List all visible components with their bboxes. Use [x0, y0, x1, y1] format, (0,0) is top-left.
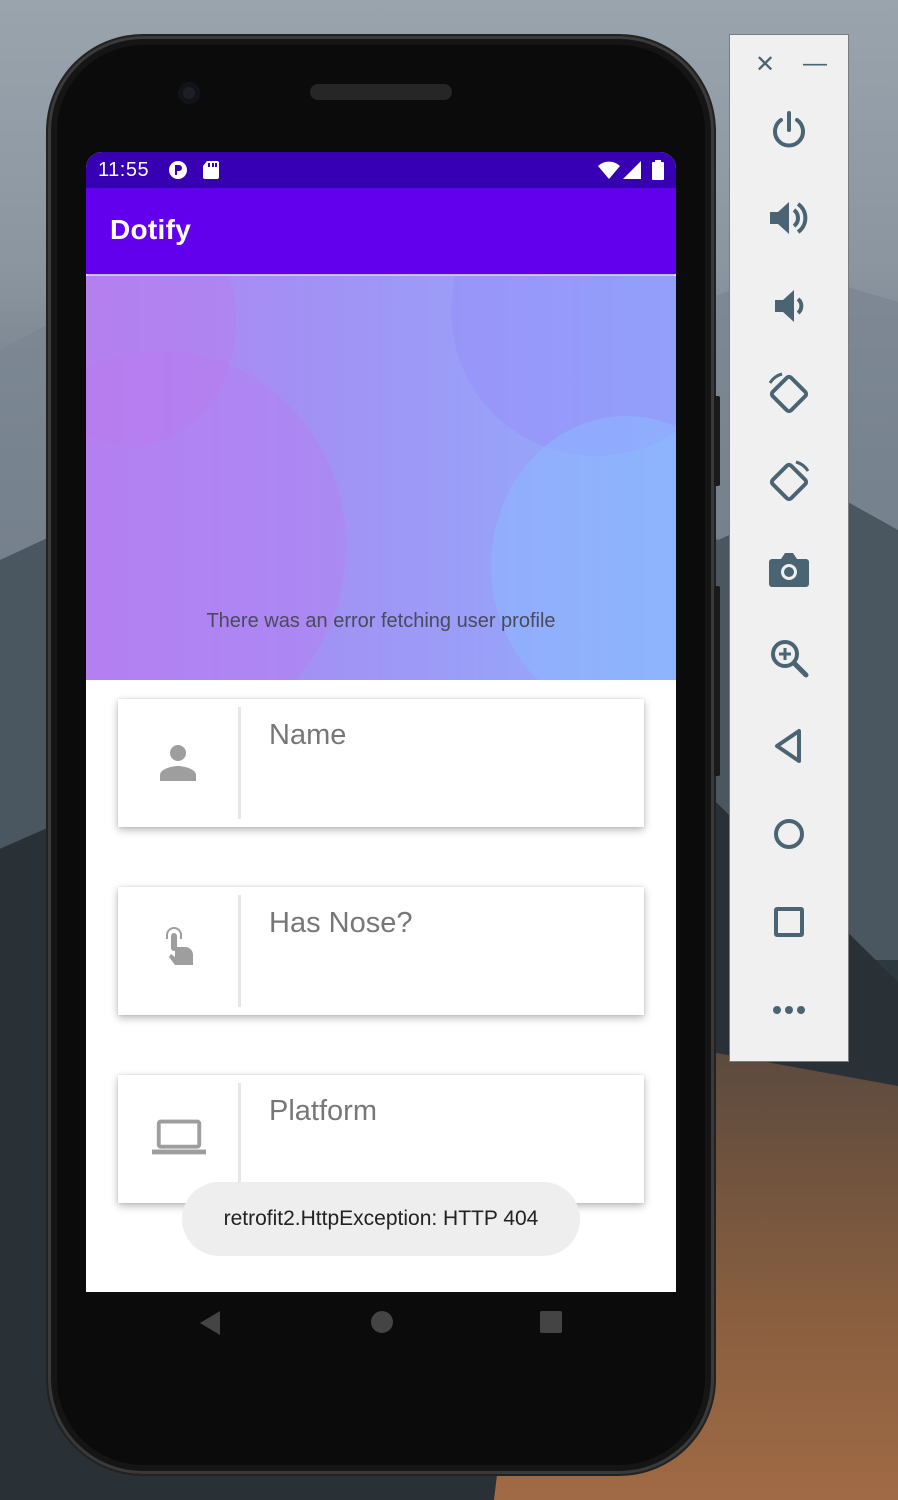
laptop-icon	[152, 1119, 206, 1155]
error-toast: retrofit2.HttpException: HTTP 404	[182, 1182, 580, 1256]
card-divider	[238, 1083, 241, 1195]
earpiece-speaker	[310, 84, 452, 100]
play-protect-icon	[169, 161, 187, 179]
rotate-right-button[interactable]	[760, 453, 818, 511]
app-bar: Dotify	[86, 188, 676, 274]
more-dots-icon	[773, 1006, 805, 1014]
close-icon[interactable]: ✕	[750, 49, 780, 79]
back-button[interactable]	[760, 717, 818, 775]
rotate-right-icon	[769, 460, 810, 502]
minimize-icon[interactable]: —	[800, 49, 830, 79]
nav-overview-icon[interactable]	[539, 1310, 563, 1334]
back-triangle-icon	[775, 729, 801, 763]
zoom-button[interactable]	[760, 629, 818, 687]
header-blob	[491, 416, 676, 680]
phone-volume-key[interactable]	[714, 586, 720, 776]
profile-error-message: There was an error fetching user profile	[206, 610, 556, 632]
person-icon	[160, 745, 196, 781]
phone-screen: 11:55 Dotify There was an error fetching…	[86, 152, 676, 1292]
system-nav-bar	[86, 1292, 676, 1364]
zoom-icon	[771, 640, 809, 678]
status-bar: 11:55	[86, 152, 676, 188]
profile-header: There was an error fetching user profile	[86, 276, 676, 680]
screenshot-button[interactable]	[760, 541, 818, 599]
sd-card-icon	[203, 161, 219, 179]
phone-power-key[interactable]	[714, 396, 720, 486]
nav-home-icon[interactable]	[370, 1310, 394, 1334]
cell-signal-icon	[623, 161, 641, 179]
has-nose-field-card[interactable]: Has Nose?	[118, 887, 644, 1015]
camera-icon	[769, 553, 809, 587]
wifi-icon	[598, 161, 620, 179]
nav-back-icon[interactable]	[198, 1310, 222, 1336]
status-time: 11:55	[98, 159, 150, 181]
card-divider	[238, 707, 241, 819]
volume-up-button[interactable]	[760, 189, 818, 247]
overview-square-icon	[774, 907, 804, 937]
name-field-label: Name	[269, 719, 347, 751]
volume-down-icon	[775, 290, 804, 322]
has-nose-field-label: Has Nose?	[269, 907, 413, 939]
power-icon	[773, 111, 805, 148]
app-title: Dotify	[110, 214, 192, 245]
volume-up-icon	[770, 202, 808, 234]
home-circle-icon	[774, 819, 804, 849]
card-divider	[238, 895, 241, 1007]
front-camera	[178, 82, 200, 104]
home-button[interactable]	[760, 805, 818, 863]
power-button[interactable]	[760, 101, 818, 159]
rotate-left-button[interactable]	[760, 365, 818, 423]
emulator-panel: ✕ —	[729, 34, 849, 1062]
more-button[interactable]	[760, 981, 818, 1039]
overview-button[interactable]	[760, 893, 818, 951]
name-field-card[interactable]: Name	[118, 699, 644, 827]
rotate-left-icon	[768, 372, 809, 414]
battery-icon	[652, 160, 664, 180]
platform-field-label: Platform	[269, 1095, 377, 1127]
volume-down-button[interactable]	[760, 277, 818, 335]
touch-icon	[166, 927, 193, 965]
